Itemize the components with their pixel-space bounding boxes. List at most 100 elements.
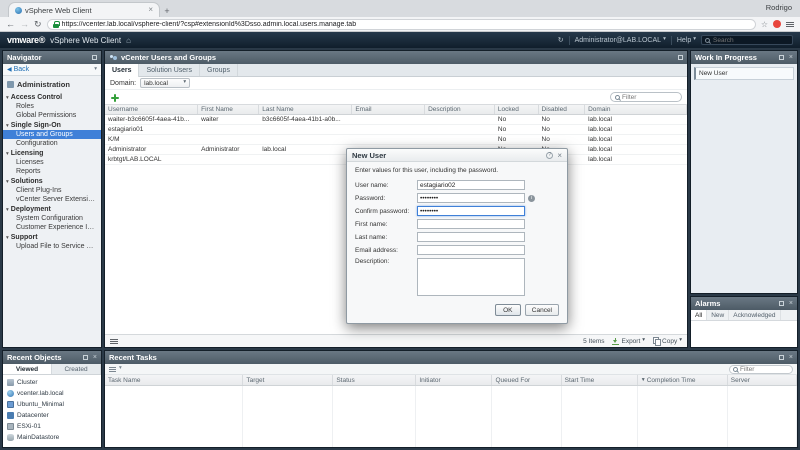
column-header-status[interactable]: Status <box>333 375 416 385</box>
nav-item-global-permissions[interactable]: Global Permissions <box>3 111 101 120</box>
info-icon[interactable]: i <box>528 195 535 202</box>
browser-tab[interactable]: vSphere Web Client × <box>8 2 160 17</box>
pin-icon[interactable] <box>779 301 784 306</box>
description-input[interactable] <box>417 258 525 296</box>
global-search[interactable] <box>701 35 793 45</box>
nav-section-deployment[interactable]: ▾ Deployment <box>3 204 101 214</box>
nav-item-configuration[interactable]: Configuration <box>3 139 101 148</box>
export-button[interactable]: Export ▾ <box>612 338 645 345</box>
nav-item-system-configuration[interactable]: System Configuration <box>3 214 101 223</box>
alarms-tab-acknowledged[interactable]: Acknowledged <box>729 310 780 320</box>
first-name-input[interactable] <box>417 219 525 229</box>
nav-item-users-and-groups[interactable]: Users and Groups <box>3 130 101 139</box>
alarms-tab-new[interactable]: New <box>707 310 729 320</box>
cancel-button[interactable]: Cancel <box>525 304 559 316</box>
filter-input[interactable] <box>622 94 677 101</box>
pin-icon[interactable] <box>779 355 784 360</box>
refresh-icon[interactable]: ↻ <box>558 36 564 44</box>
nav-item-vcenter-server-extensions[interactable]: vCenter Server Extensions <box>3 195 101 204</box>
help-menu[interactable]: Help ▾ <box>677 37 696 44</box>
tab-close-icon[interactable]: × <box>148 6 153 14</box>
task-view-icon[interactable] <box>109 367 116 372</box>
history-dropdown-icon[interactable]: ▾ <box>94 67 97 73</box>
table-row[interactable]: estagiario01 No No lab.local <box>105 125 687 135</box>
user-name-input[interactable] <box>417 180 525 190</box>
column-header-locked[interactable]: Locked <box>495 105 539 114</box>
column-header-start-time[interactable]: Start Time <box>562 375 638 385</box>
nav-item-licenses[interactable]: Licenses <box>3 158 101 167</box>
tab-solution-users[interactable]: Solution Users <box>139 64 200 76</box>
copy-button[interactable]: Copy ▾ <box>653 337 682 345</box>
nav-section-access-control[interactable]: ▾ Access Control <box>3 92 101 102</box>
nav-section-solutions[interactable]: ▾ Solutions <box>3 176 101 186</box>
email-input[interactable] <box>417 245 525 255</box>
tab-groups[interactable]: Groups <box>200 64 238 76</box>
nav-section-licensing[interactable]: ▾ Licensing <box>3 148 101 158</box>
domain-select[interactable]: lab.local ▾ <box>140 78 190 88</box>
ok-button[interactable]: OK <box>495 304 521 316</box>
chevron-down-icon[interactable]: ▾ <box>119 366 122 372</box>
recent-object-cluster[interactable]: Cluster <box>3 377 101 388</box>
recent-object-vcenter[interactable]: vcenter.lab.local <box>3 388 101 399</box>
browser-forward-icon[interactable]: → <box>20 20 29 29</box>
nav-item-upload-file[interactable]: Upload File to Service Re... <box>3 242 101 251</box>
column-header-server[interactable]: Server <box>728 375 797 385</box>
column-header-email[interactable]: Email <box>352 105 425 114</box>
tasks-filter-box[interactable] <box>729 365 793 374</box>
recent-objects-tab-viewed[interactable]: Viewed <box>3 364 52 374</box>
pin-icon[interactable] <box>83 355 88 360</box>
maximize-icon[interactable] <box>678 55 683 60</box>
confirm-password-input[interactable] <box>417 206 525 216</box>
column-header-target[interactable]: Target <box>243 375 333 385</box>
password-input[interactable] <box>417 193 525 203</box>
last-name-input[interactable] <box>417 232 525 242</box>
close-icon[interactable]: × <box>557 151 562 160</box>
column-header-first-name[interactable]: First Name <box>198 105 259 114</box>
column-header-description[interactable]: Description <box>425 105 495 114</box>
alarms-tab-all[interactable]: All <box>691 310 707 320</box>
pin-icon[interactable] <box>779 55 784 60</box>
column-header-domain[interactable]: Domain <box>585 105 687 114</box>
table-row[interactable]: K/M No No lab.local <box>105 135 687 145</box>
url-input[interactable]: https://vcenter.lab.local/vsphere-client… <box>47 19 756 30</box>
close-icon[interactable]: × <box>93 354 97 361</box>
tasks-filter-input[interactable] <box>740 366 789 373</box>
recent-object-host[interactable]: ESXi-01 <box>3 421 101 432</box>
nav-item-customer-experience[interactable]: Customer Experience Imp... <box>3 223 101 232</box>
close-icon[interactable]: × <box>789 354 793 361</box>
wip-item-new-user[interactable]: New User <box>694 67 794 80</box>
back-button[interactable]: ◀ Back ▾ <box>3 64 101 76</box>
browser-back-icon[interactable]: ← <box>6 20 15 29</box>
nav-section-support[interactable]: ▾ Support <box>3 232 101 242</box>
column-header-initiator[interactable]: Initiator <box>416 375 492 385</box>
nav-item-roles[interactable]: Roles <box>3 102 101 111</box>
home-icon[interactable]: ⌂ <box>126 36 131 45</box>
pin-icon[interactable] <box>92 55 97 60</box>
new-tab-button[interactable]: + <box>160 5 174 17</box>
help-icon[interactable]: ? <box>546 152 553 159</box>
tab-users[interactable]: Users <box>105 64 139 77</box>
recent-objects-tab-created[interactable]: Created <box>52 364 101 374</box>
bookmark-star-icon[interactable]: ☆ <box>761 20 768 29</box>
close-icon[interactable]: × <box>789 54 793 61</box>
close-icon[interactable]: × <box>789 300 793 307</box>
column-header-task-name[interactable]: Task Name <box>105 375 243 385</box>
extension-icon[interactable] <box>773 20 781 28</box>
recent-object-datastore[interactable]: MainDatastore <box>3 432 101 443</box>
browser-profile-name[interactable]: Rodrigo <box>766 3 792 12</box>
column-header-disabled[interactable]: Disabled <box>539 105 586 114</box>
nav-item-reports[interactable]: Reports <box>3 167 101 176</box>
column-header-queued-for[interactable]: Queued For <box>492 375 561 385</box>
user-menu[interactable]: Administrator@LAB.LOCAL ▾ <box>575 37 666 44</box>
dialog-title-bar[interactable]: New User ? × <box>347 149 567 162</box>
nav-item-client-plug-ins[interactable]: Client Plug-Ins <box>3 186 101 195</box>
url-text[interactable]: https://vcenter.lab.local/vsphere-client… <box>62 21 357 28</box>
browser-menu-icon[interactable] <box>786 22 794 27</box>
column-header-last-name[interactable]: Last Name <box>259 105 352 114</box>
recent-object-vm[interactable]: Ubuntu_Minimal <box>3 399 101 410</box>
browser-reload-icon[interactable]: ↻ <box>34 20 42 29</box>
add-user-button[interactable] <box>110 93 119 102</box>
table-row[interactable]: waiter-b3c6605f-4aea-41b... waiter b3c66… <box>105 115 687 125</box>
recent-object-datacenter[interactable]: Datacenter <box>3 410 101 421</box>
column-header-username[interactable]: Username <box>105 105 198 114</box>
